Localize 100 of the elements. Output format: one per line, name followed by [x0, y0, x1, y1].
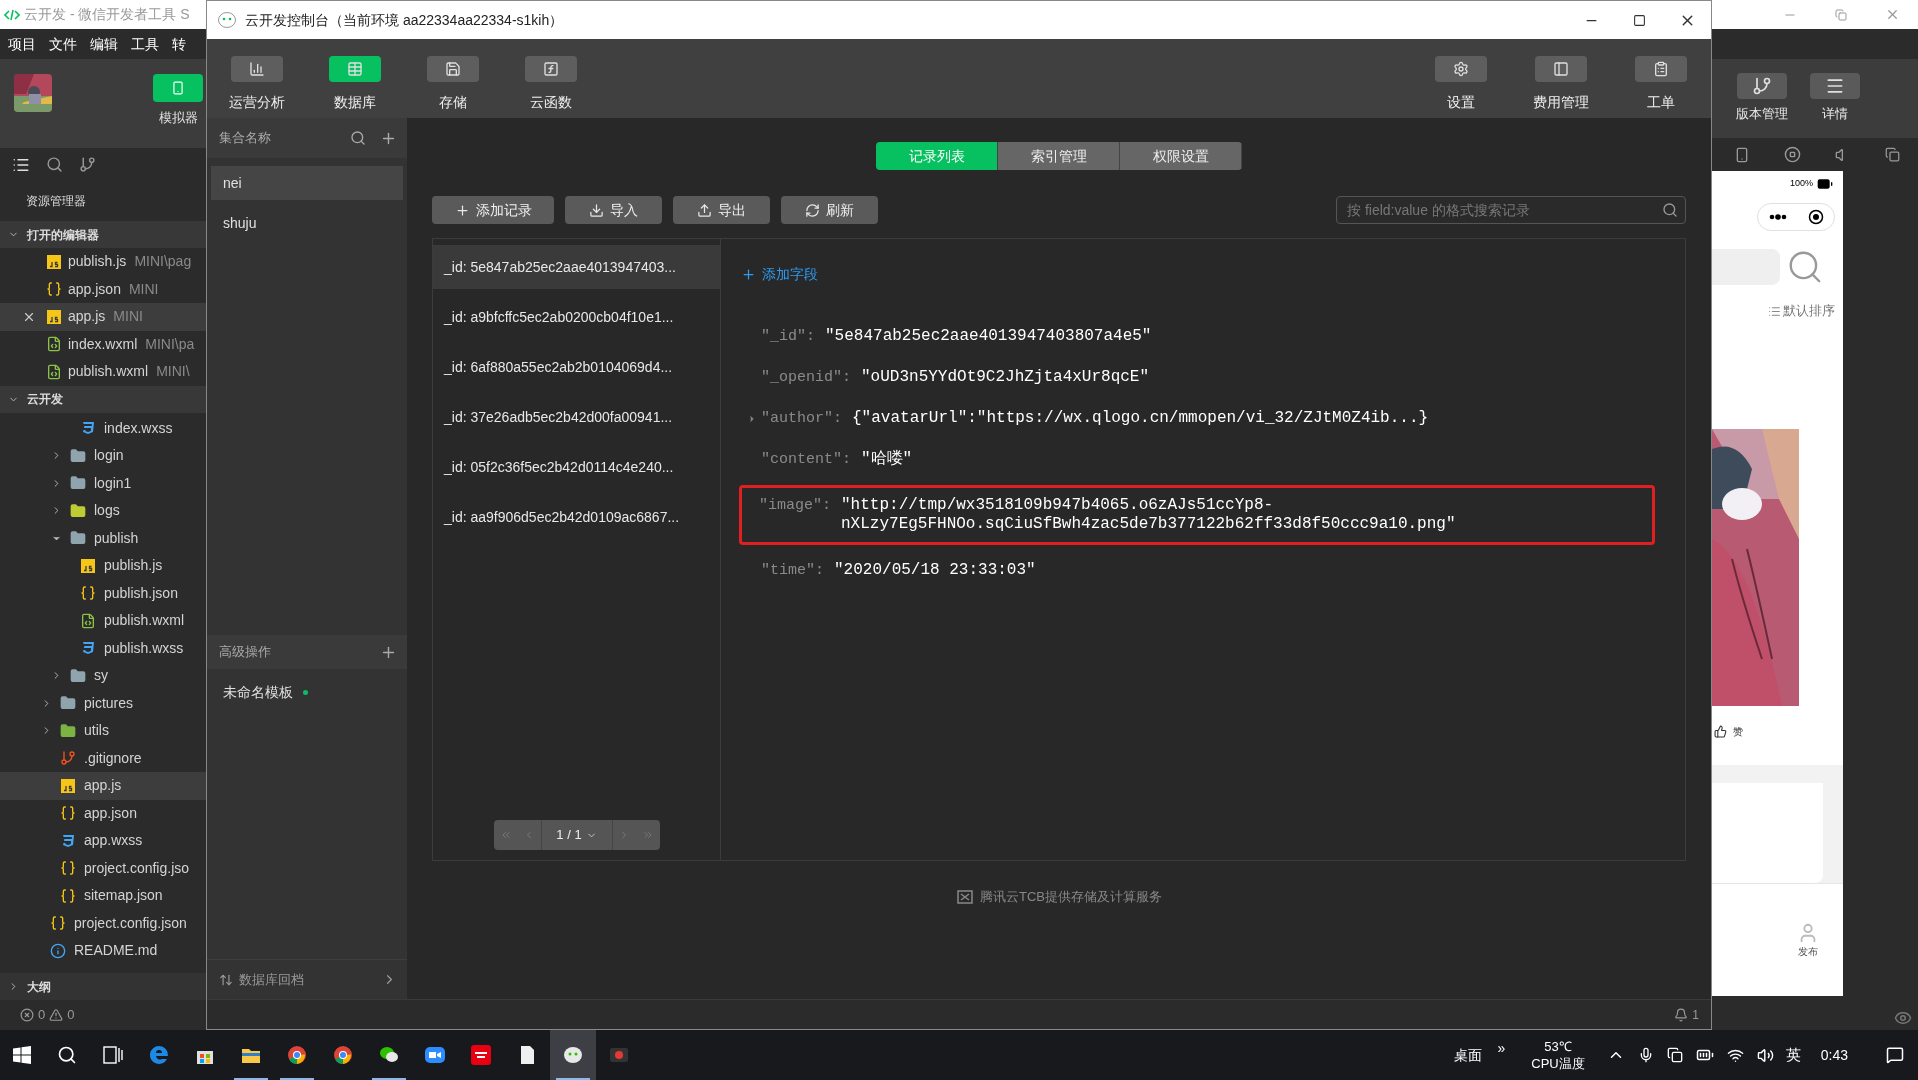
field-value[interactable]: "oUD3n5YYdOt9C2JhZjta4xUr8qcE" — [861, 368, 1150, 387]
window-title: 云开发控制台（当前环境 aa22334aa22334-s1kih） — [245, 10, 564, 30]
file-tree-item[interactable]: index.wxss — [0, 414, 207, 442]
nav-tab[interactable]: 费用管理 — [1525, 56, 1597, 113]
add-field-link[interactable]: 添加字段 — [741, 264, 818, 285]
open-editor-item[interactable]: publish.js MINI\pag — [0, 248, 207, 276]
record-item[interactable]: _id: 05f2c36f5ec2b42d0114c4e240... — [433, 445, 720, 489]
file-tree-item[interactable]: pictures — [0, 689, 207, 717]
more-chevron[interactable]: » — [1497, 1037, 1506, 1059]
collection-item[interactable]: shuju — [211, 206, 403, 240]
nav-tab[interactable]: 存储 — [425, 56, 481, 113]
search-field[interactable] — [1712, 249, 1780, 285]
section-header[interactable]: 云开发 — [0, 385, 207, 413]
video-camera-icon — [424, 1044, 446, 1066]
notification-center-icon[interactable] — [1886, 1046, 1904, 1064]
file-tree-item[interactable]: app.wxss — [0, 827, 207, 855]
like-icon[interactable] — [1714, 725, 1727, 738]
view-tab[interactable]: 权限设置 — [1120, 142, 1242, 170]
file-tree-item[interactable]: publish.wxml — [0, 607, 207, 635]
search-icon[interactable] — [57, 1045, 77, 1065]
braces-icon — [46, 281, 62, 298]
braces-icon — [80, 585, 96, 602]
taskbar-app[interactable] — [550, 1030, 596, 1080]
panel-title: 资源管理器 — [25, 193, 87, 210]
file-path: MINI\pag — [134, 252, 192, 272]
open-editor-item[interactable]: app.json MINI — [0, 275, 207, 303]
nav-tab[interactable]: 数据库 — [327, 56, 383, 113]
file-tree-item[interactable]: publish — [0, 524, 207, 552]
file-tree-item[interactable]: sy — [0, 662, 207, 690]
file-tree-item[interactable]: app.js — [0, 772, 207, 800]
open-editor-item[interactable]: app.js MINI — [0, 303, 207, 331]
task-view-icon[interactable] — [103, 1046, 123, 1064]
open-editor-item[interactable]: index.wxml MINI\pa — [0, 330, 207, 358]
file-tree-item[interactable]: login — [0, 442, 207, 470]
action-button[interactable]: 导入 — [565, 196, 662, 224]
file-tree-item[interactable]: README.md — [0, 937, 207, 965]
volume-icon[interactable] — [1756, 1046, 1774, 1064]
advanced-header: 高级操作 — [219, 643, 271, 662]
branch-icon — [60, 750, 76, 767]
simulator-label: 模拟器 — [158, 109, 198, 127]
menu-item[interactable]: 项目 — [8, 33, 36, 55]
file-tree-item[interactable]: app.json — [0, 799, 207, 827]
transfer-icon — [219, 972, 233, 987]
phone-icon[interactable] — [1734, 146, 1750, 163]
record-item[interactable]: _id: aa9f906d5ec2b42d0109ac6867... — [433, 495, 720, 539]
toolbar-button[interactable]: 版本管理 — [1736, 73, 1788, 124]
screen-icon[interactable] — [1666, 1047, 1683, 1063]
section-header[interactable]: 大纲 — [0, 973, 207, 1000]
more-icon — [1768, 214, 1787, 220]
record-item[interactable]: _id: a9bfcffc5ec2ab0200cb04f10e1... — [433, 295, 720, 339]
file-tree-item[interactable]: utils — [0, 717, 207, 745]
collection-item[interactable]: nei — [211, 166, 403, 200]
error-icon — [20, 1008, 34, 1022]
field-value[interactable]: "http://tmp/wx3518109b947b4065.o6zAJs51ccYp8-nXLzy7Eg5FHNOo.sqCiuSfBwh4zac5de7b377122b62ff33d8f50ccc9a10.png" — [841, 496, 1461, 534]
notification-icon[interactable] — [1674, 1007, 1689, 1022]
menu-item[interactable]: 文件 — [49, 33, 77, 55]
section-header[interactable]: 打开的编辑器 — [0, 221, 207, 248]
nav-tab[interactable]: 运营分析 — [229, 56, 285, 113]
nav-tab[interactable]: 设置 — [1425, 56, 1497, 113]
file-tree-item[interactable]: publish.js — [0, 552, 207, 580]
input-method[interactable]: 英 — [1785, 1043, 1801, 1067]
field-value[interactable]: "哈喽" — [861, 450, 913, 469]
open-editor-item[interactable]: publish.wxml MINI\ — [0, 358, 207, 386]
menu-item[interactable]: 工具 — [131, 33, 159, 55]
field-value[interactable]: "2020/05/18 23:33:03" — [834, 561, 1036, 580]
action-button[interactable]: 导出 — [673, 196, 770, 224]
template-item[interactable]: 未命名模板 — [223, 681, 293, 703]
field-value[interactable]: {"avatarUrl":"https://wx.qlogo.cn/mmopen/vi_32/ZJtM0Z4ib...} — [852, 409, 1429, 428]
maximize-icon[interactable] — [1632, 13, 1646, 27]
nav-tab[interactable]: 云函数 — [523, 56, 579, 113]
file-tree-item[interactable]: sitemap.json — [0, 882, 207, 910]
search-field[interactable]: 按 field:value 的格式搜索记录 — [1336, 196, 1686, 224]
file-tree-item[interactable]: logs — [0, 497, 207, 525]
nav-tab[interactable]: 工单 — [1625, 56, 1697, 113]
menu-item[interactable]: 编辑 — [90, 33, 118, 55]
menu-item[interactable]: 转 — [172, 33, 186, 55]
tab-label[interactable]: 发布 — [1797, 943, 1818, 959]
file-tree-item[interactable]: publish.json — [0, 579, 207, 607]
desktop-label[interactable]: 桌面 — [1453, 1044, 1482, 1066]
branch-icon[interactable] — [79, 156, 96, 173]
file-tree-item[interactable]: project.config.jso — [0, 854, 207, 882]
view-tab[interactable]: 索引管理 — [998, 142, 1120, 170]
action-button[interactable]: 添加记录 — [432, 196, 554, 224]
chat-bubble-icon — [562, 1044, 584, 1066]
capsule-menu[interactable] — [1757, 203, 1835, 231]
windows-icon[interactable] — [1885, 147, 1900, 162]
windows-logo-icon[interactable] — [13, 1046, 31, 1064]
record-item[interactable]: _id: 5e847ab25ec2aae4013947403... — [433, 245, 720, 289]
record-item[interactable]: _id: 37e26adb5ec2b42d00fa00941... — [433, 395, 720, 439]
collapsed-arrow-icon[interactable] — [747, 414, 757, 424]
clock[interactable]: 0:43 — [1820, 1044, 1848, 1066]
action-button[interactable]: 刷新 — [781, 196, 878, 224]
plus-icon — [741, 267, 756, 282]
field-value[interactable]: "5e847ab25ec2aae4013947403807a4e5" — [825, 327, 1152, 346]
file-tree-item[interactable]: publish.wxss — [0, 634, 207, 662]
file-tree-item[interactable]: project.config.json — [0, 909, 207, 937]
file-tree-item[interactable]: .gitignore — [0, 744, 207, 772]
record-item[interactable]: _id: 6af880a55ec2ab2b0104069d4... — [433, 345, 720, 389]
stop-icon[interactable] — [1784, 146, 1801, 163]
file-tree-item[interactable]: login1 — [0, 469, 207, 497]
